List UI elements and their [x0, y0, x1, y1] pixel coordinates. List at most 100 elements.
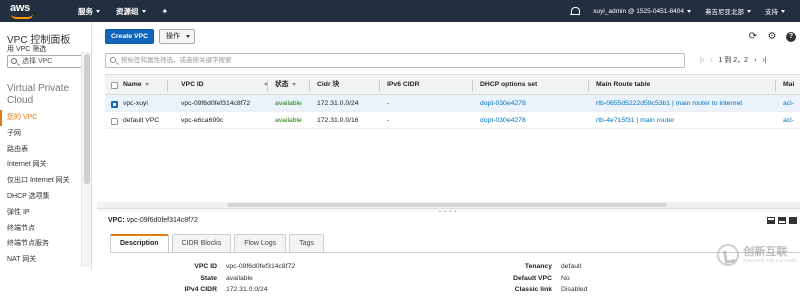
sidebar-item-subnets[interactable]: 子网 — [0, 126, 92, 142]
cell-acl-link[interactable]: acl- — [783, 112, 794, 129]
layout-split-top-icon[interactable] — [778, 217, 786, 224]
search-placeholder: 按标签和属性筛选，或者按关键字搜索 — [121, 57, 232, 64]
tab-flow-logs[interactable]: Flow Logs — [234, 234, 286, 252]
column-divider[interactable] — [775, 80, 776, 91]
details-label: VPC: — [108, 217, 125, 224]
chevron-down-icon — [687, 10, 691, 13]
pin-button[interactable]: ✦ — [154, 0, 177, 22]
support-label: 支持 — [765, 6, 778, 16]
row-checkbox[interactable] — [111, 101, 118, 108]
region-label: 弗吉尼亚北部 — [705, 6, 744, 16]
sidebar-scrollbar-thumb[interactable] — [84, 54, 90, 184]
column-header-ipv6[interactable]: IPv6 CIDR — [387, 75, 419, 95]
account-label: xuyi_admin @ 1525-0451-8404 — [593, 8, 684, 15]
column-header-cidr[interactable]: Cidr 块 — [317, 75, 339, 95]
column-header-state[interactable]: 状态 — [275, 75, 296, 95]
chevron-down-icon — [186, 35, 190, 38]
sidebar-item-elastic-ips[interactable]: 弹性 IP — [0, 205, 92, 221]
prev-page-icon[interactable]: ‹ — [710, 57, 712, 64]
column-header-vpc-id[interactable]: VPC ID — [181, 75, 204, 95]
detail-row-default-vpc: Default VPC — [397, 275, 552, 285]
support-menu[interactable]: 支持 — [758, 0, 792, 22]
next-page-icon[interactable]: › — [754, 57, 756, 64]
sidebar: VPC 控制面板 用 VPC 筛选 选择 VPC Virtual Private… — [0, 22, 92, 270]
sidebar-item-egress-only-gateways[interactable]: 仅出口 Internet 网关 — [0, 173, 92, 189]
aws-logo[interactable]: aws — [6, 0, 56, 22]
layout-split-bottom-icon[interactable] — [767, 217, 775, 224]
help-icon[interactable]: ? — [786, 32, 796, 42]
column-divider[interactable] — [472, 80, 473, 91]
first-page-icon[interactable]: |‹ — [700, 57, 704, 64]
refresh-icon[interactable]: ⟳ — [748, 32, 758, 42]
detail-key: Default VPC — [513, 275, 552, 282]
column-header-main-acl[interactable]: Mai — [783, 75, 794, 95]
tab-cidr-blocks[interactable]: CIDR Blocks — [172, 234, 232, 252]
sidebar-item-endpoints[interactable]: 终端节点 — [0, 221, 92, 237]
cell-name: vpc-xuyi — [123, 95, 148, 112]
detail-row-ipv4-cidr: IPv4 CIDR — [97, 286, 217, 296]
chevron-down-icon — [781, 10, 785, 13]
column-divider[interactable] — [309, 80, 310, 91]
details-vpc-id: vpc-09f6d0fef314c8f72 — [127, 217, 198, 224]
detail-row-tenancy: Tenancy — [397, 263, 552, 273]
actions-button[interactable]: 操作 — [159, 29, 195, 44]
column-divider[interactable] — [267, 80, 268, 91]
sidebar-item-internet-gateways[interactable]: Internet 网关 — [0, 157, 92, 173]
sidebar-item-dhcp-options[interactable]: DHCP 选项集 — [0, 189, 92, 205]
cell-route-link[interactable]: rtb-0655d5222d59c53b1 | main router to i… — [596, 95, 742, 112]
tab-tags[interactable]: Tags — [289, 234, 324, 252]
cell-dhcp-link[interactable]: dopt-030e4278 — [480, 112, 526, 129]
resource-groups-menu[interactable]: 资源组 — [108, 0, 154, 22]
layout-full-icon[interactable] — [789, 217, 797, 224]
cell-ipv6: - — [387, 112, 389, 129]
cell-acl-link[interactable]: acl- — [783, 95, 794, 112]
sidebar-scrollbar[interactable] — [81, 52, 91, 267]
vpc-filter-placeholder: 选择 VPC — [22, 58, 52, 65]
column-header-main-route[interactable]: Main Route table — [596, 75, 650, 95]
filter-search-input[interactable]: 按标签和属性筛选，或者按关键字搜索 — [105, 53, 685, 68]
sort-icon — [145, 83, 149, 86]
column-header-dhcp[interactable]: DHCP options set — [480, 75, 537, 95]
panel-resize-handle[interactable]: • • • • — [97, 208, 800, 212]
last-page-icon[interactable]: ›| — [762, 57, 766, 64]
cell-state: available — [275, 112, 302, 129]
sidebar-item-route-tables[interactable]: 路由表 — [0, 142, 92, 158]
services-menu[interactable]: 服务 — [70, 0, 108, 22]
detail-value-wrap: default — [561, 263, 661, 273]
detail-row-state: State — [97, 275, 217, 285]
drag-handle-icon: • • • • — [439, 209, 457, 215]
bell-icon — [570, 7, 579, 16]
gear-icon[interactable]: ⚙ — [767, 32, 777, 42]
sidebar-item-endpoint-services[interactable]: 终端节点服务 — [0, 236, 92, 252]
cell-route-link[interactable]: rtb-4e715f31 | main router — [596, 112, 674, 129]
column-header-name[interactable]: Name — [123, 75, 149, 95]
sidebar-item-your-vpcs[interactable]: 您的 VPC — [0, 110, 92, 126]
detail-value: vpc-09f6d0fef314c8f72 — [226, 263, 295, 270]
table-row[interactable]: default VPC vpc-e6ca699c available 172.3… — [105, 112, 800, 129]
notifications-button[interactable] — [563, 0, 586, 22]
cell-dhcp-link[interactable]: dopt-030e4278 — [480, 95, 526, 112]
region-menu[interactable]: 弗吉尼亚北部 — [698, 0, 758, 22]
cell-vpc-id: vpc-e6ca699c — [181, 112, 223, 129]
table-header: Name VPC ID 状态 Cidr 块 IPv6 CIDR DHCP opt… — [105, 74, 800, 95]
column-divider[interactable] — [588, 80, 589, 91]
vpc-table: Name VPC ID 状态 Cidr 块 IPv6 CIDR DHCP opt… — [105, 74, 800, 129]
tab-description[interactable]: Description — [110, 234, 169, 252]
column-divider[interactable] — [379, 80, 380, 91]
sidebar-section-title: Virtual Private Cloud — [7, 83, 87, 107]
sidebar-item-nat-gateways[interactable]: NAT 网关 — [0, 252, 92, 268]
table-scrollbar-thumb[interactable] — [227, 203, 667, 207]
search-icon — [11, 58, 17, 64]
services-label: 服务 — [78, 6, 93, 17]
create-vpc-button[interactable]: Create VPC — [105, 29, 154, 44]
account-menu[interactable]: xuyi_admin @ 1525-0451-8404 — [586, 0, 698, 22]
vpc-filter-select[interactable]: 选择 VPC — [7, 55, 82, 68]
toolbar-icons: ⟳ ⚙ ? — [748, 32, 796, 42]
select-all-checkbox[interactable] — [111, 82, 118, 89]
column-divider[interactable] — [167, 80, 168, 91]
cell-state: available — [275, 95, 302, 112]
table-row[interactable]: vpc-xuyi vpc-09f6d0fef314c8f72 available… — [105, 95, 800, 112]
aws-logo-text: aws — [10, 2, 30, 14]
pagination-text: 1 到 2，2 — [719, 55, 749, 65]
row-checkbox[interactable] — [111, 118, 118, 125]
